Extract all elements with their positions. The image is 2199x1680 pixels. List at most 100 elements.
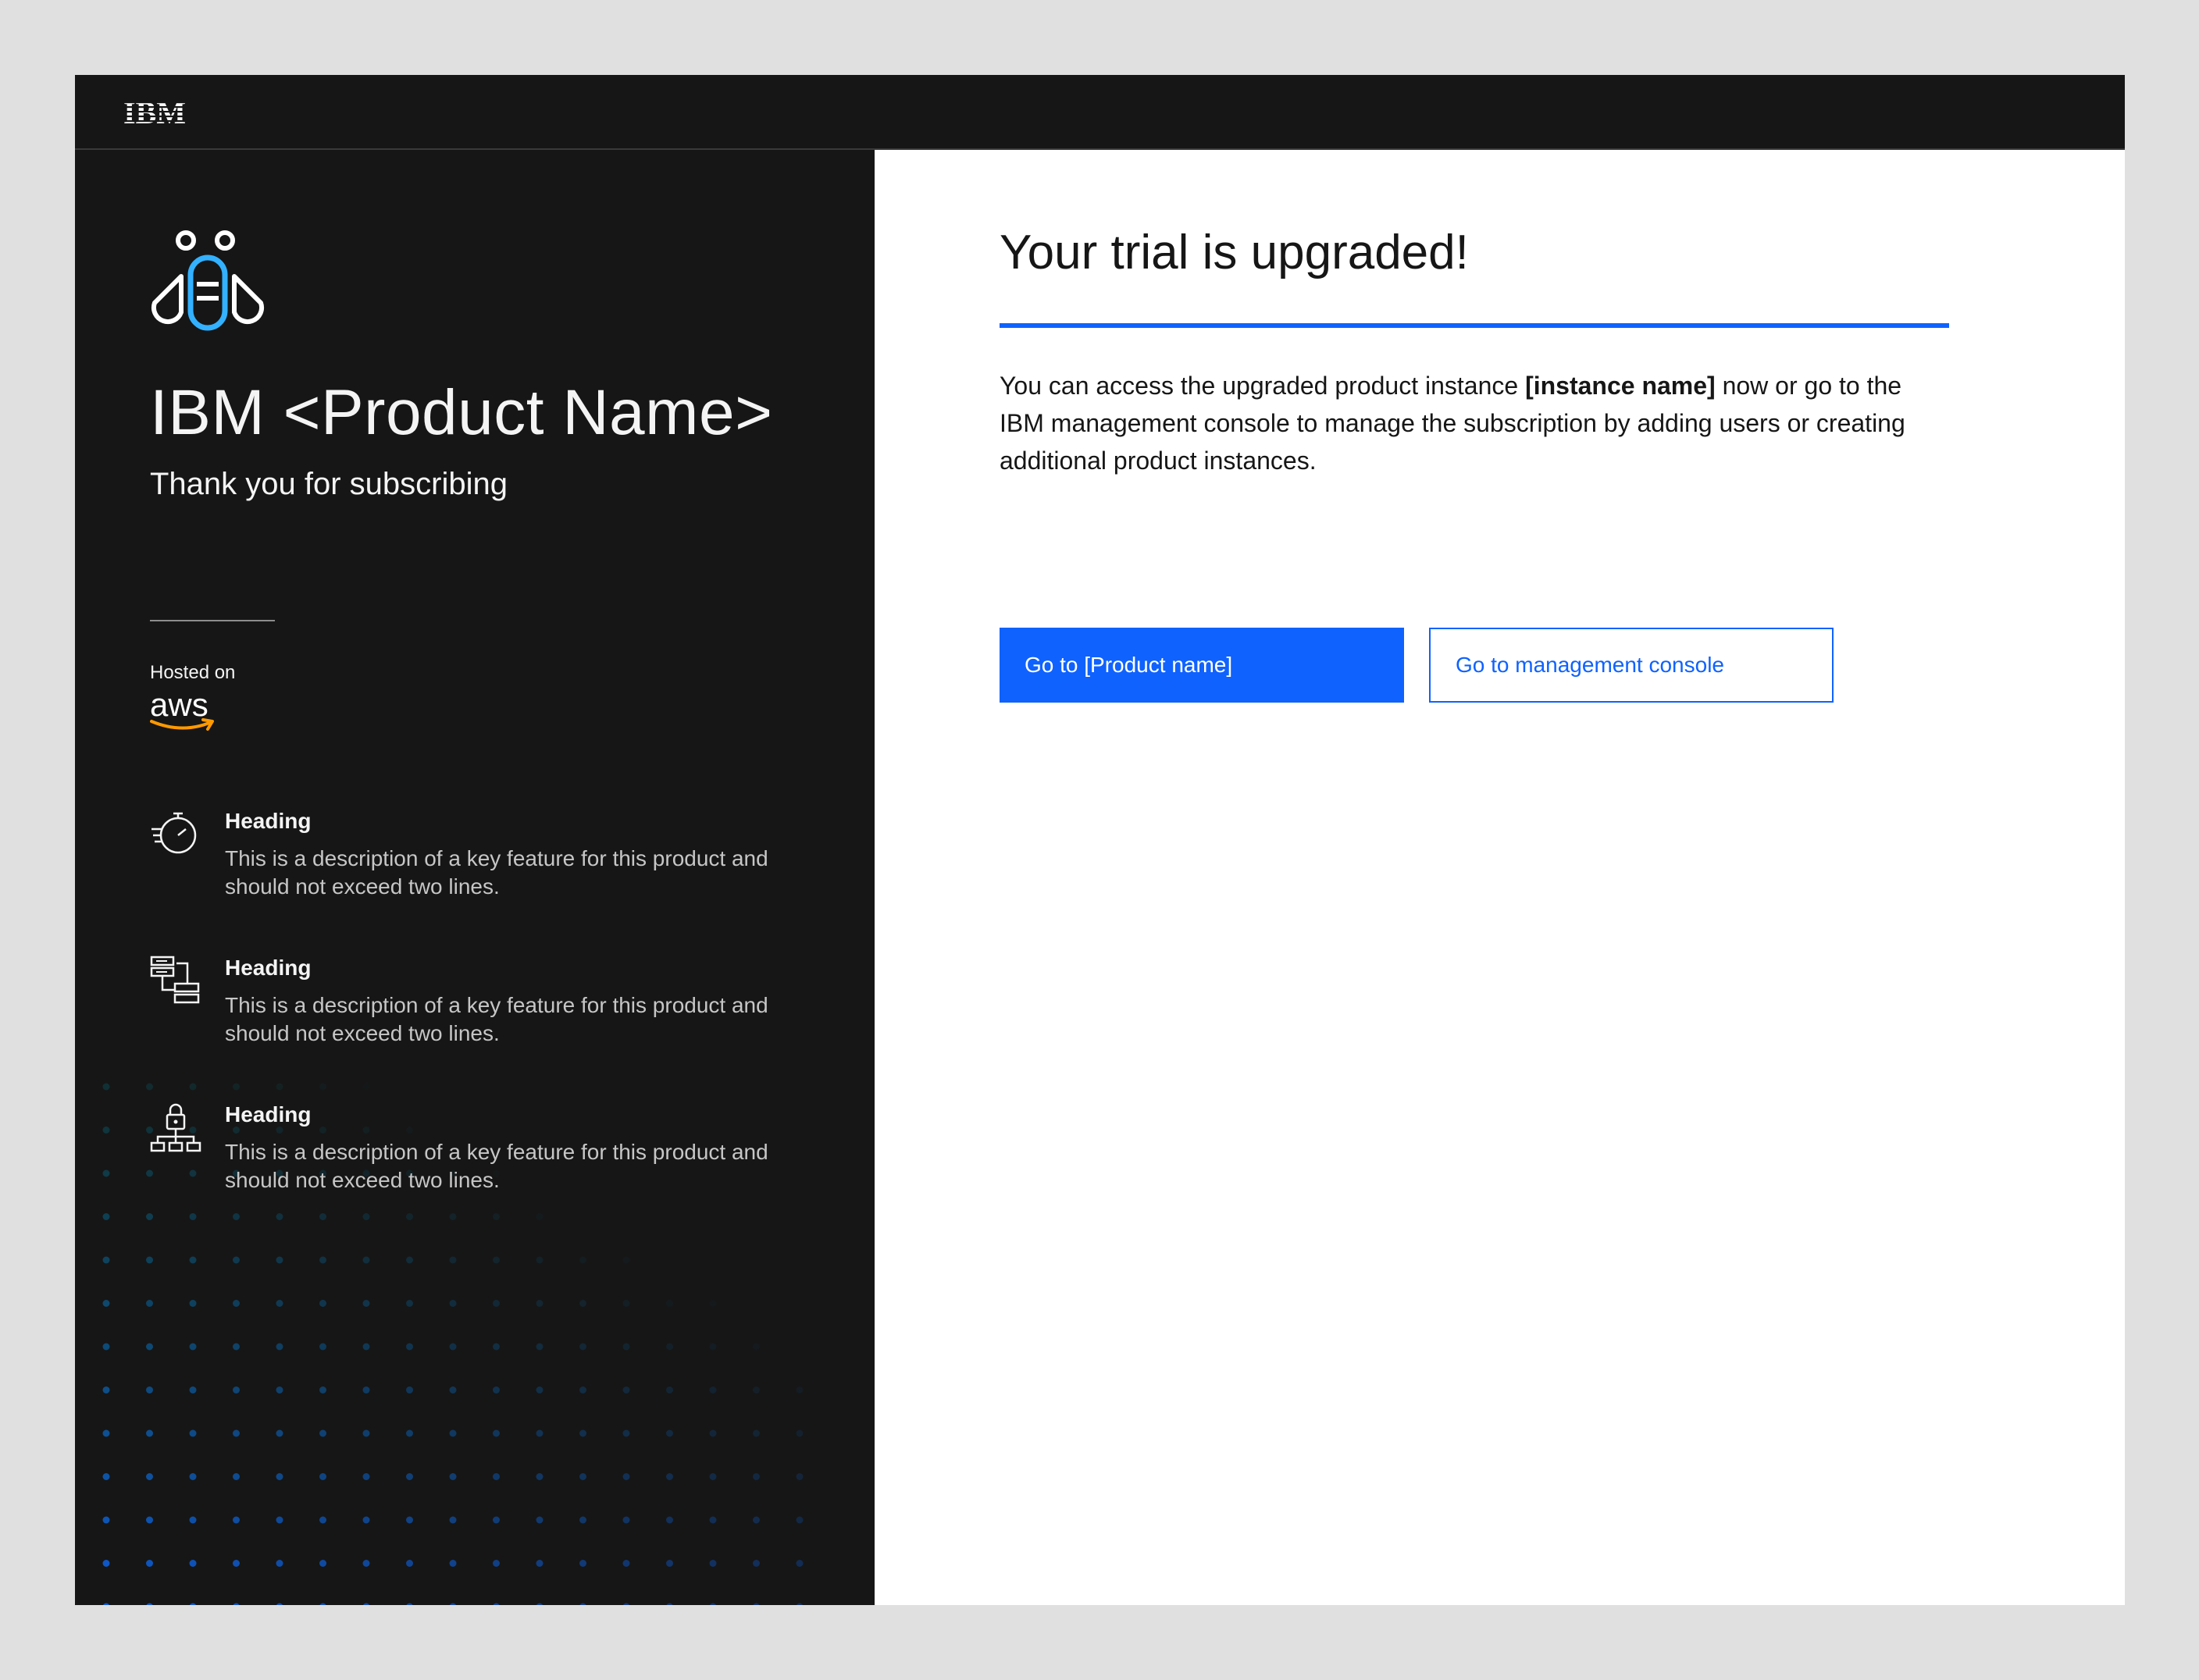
pattern-dot [363, 1084, 370, 1091]
pattern-dot [579, 1256, 586, 1264]
stopwatch-speed-icon [151, 812, 197, 854]
pattern-dot [362, 1560, 370, 1567]
ibm-logo-icon[interactable]: IBM [123, 97, 197, 128]
pattern-dot [233, 1429, 240, 1437]
pattern-dot [709, 1560, 717, 1567]
pattern-dot [579, 1473, 586, 1480]
pattern-dot [276, 1343, 283, 1351]
pattern-dot [493, 1213, 500, 1220]
pattern-dot [146, 1213, 153, 1220]
pattern-dot [319, 1473, 326, 1480]
pattern-dot [102, 1127, 110, 1134]
pattern-dot [319, 1343, 326, 1351]
pattern-dot [319, 1560, 326, 1567]
pattern-dot [276, 1603, 283, 1605]
instance-name: [instance name] [1525, 372, 1716, 400]
pattern-dot [449, 1300, 457, 1307]
feature-item: Heading This is a description of a key f… [150, 956, 837, 1065]
pattern-dot [102, 1429, 110, 1437]
app-frame: IBM IBM <Product Name> Thank you for sub… [75, 75, 2125, 1605]
feature-item: Heading This is a description of a key f… [150, 1102, 837, 1212]
pattern-dot [276, 1473, 283, 1480]
pattern-dot [102, 1473, 110, 1480]
pattern-dot [102, 1386, 110, 1393]
go-to-management-console-button[interactable]: Go to management console [1429, 628, 1834, 703]
pattern-dot [622, 1603, 630, 1605]
aws-logo: aws [150, 689, 217, 734]
pattern-dot [449, 1603, 457, 1605]
pattern-dot [666, 1560, 673, 1567]
pattern-dot [753, 1343, 760, 1351]
divider [150, 620, 275, 621]
pattern-dot [276, 1083, 283, 1091]
pattern-dot [276, 1256, 283, 1264]
pattern-dot [362, 1256, 370, 1264]
pattern-dot [189, 1560, 197, 1567]
pattern-dot [233, 1256, 240, 1264]
feature-description: This is a description of a key feature f… [225, 846, 768, 899]
pattern-dot [536, 1516, 544, 1524]
pattern-dot [233, 1343, 240, 1351]
pattern-dot [102, 1213, 110, 1220]
pattern-dot [536, 1256, 544, 1264]
pattern-dot [102, 1169, 110, 1177]
title-underline [1000, 323, 1949, 328]
pattern-dot [449, 1213, 457, 1220]
pattern-dot [189, 1083, 197, 1091]
pattern-dot [536, 1343, 544, 1351]
pattern-dot [362, 1300, 370, 1307]
feature-heading: Heading [225, 956, 312, 980]
product-info-panel: IBM <Product Name> Thank you for subscri… [75, 150, 875, 1605]
pattern-dot [622, 1343, 630, 1351]
pattern-dot [449, 1256, 457, 1264]
pattern-dot [319, 1083, 326, 1091]
pattern-dot [362, 1473, 370, 1480]
pattern-dot [233, 1516, 240, 1524]
pattern-dot [622, 1300, 630, 1307]
pattern-dot [406, 1429, 413, 1437]
pattern-dot [276, 1300, 283, 1307]
pattern-dot [362, 1213, 370, 1220]
pattern-dot [666, 1300, 673, 1307]
pattern-dot [796, 1603, 804, 1605]
pattern-dot [189, 1300, 197, 1307]
pattern-dot [146, 1300, 153, 1307]
pattern-dot [102, 1083, 110, 1091]
pattern-dot [189, 1213, 197, 1220]
pattern-dot [622, 1256, 630, 1264]
pattern-dot [102, 1560, 110, 1567]
feature-item: Heading This is a description of a key f… [150, 809, 837, 918]
message-text: You can access the upgraded product inst… [1000, 372, 1526, 400]
pattern-dot [753, 1429, 760, 1437]
pattern-dot [146, 1083, 153, 1091]
pattern-dot [449, 1473, 457, 1480]
feature-heading: Heading [225, 809, 312, 833]
top-header-bar: IBM [75, 75, 2125, 150]
pattern-dot [233, 1083, 240, 1091]
product-title: IBM <Product Name> [150, 377, 773, 448]
pattern-dot [709, 1429, 717, 1437]
pattern-dot [406, 1603, 413, 1605]
feature-heading: Heading [225, 1102, 312, 1127]
pattern-dot [666, 1429, 673, 1437]
pattern-dot [233, 1300, 240, 1307]
pattern-dot [753, 1603, 760, 1605]
pattern-dot [233, 1473, 240, 1480]
go-to-product-button[interactable]: Go to [Product name] [1000, 628, 1404, 703]
bee-icon [151, 230, 265, 331]
pattern-dot [753, 1560, 760, 1567]
pattern-dot [319, 1300, 326, 1307]
pattern-dot [362, 1429, 370, 1437]
pattern-dot [796, 1473, 804, 1480]
pattern-dot [319, 1256, 326, 1264]
pattern-dot [233, 1560, 240, 1567]
pattern-dot [493, 1516, 500, 1524]
pattern-dot [189, 1256, 197, 1264]
pattern-dot [276, 1560, 283, 1567]
pattern-dot [536, 1213, 544, 1220]
pattern-dot [753, 1473, 760, 1480]
pattern-dot [406, 1560, 413, 1567]
feature-description: This is a description of a key feature f… [225, 993, 768, 1045]
pattern-dot [276, 1429, 283, 1437]
pattern-dot [536, 1560, 544, 1567]
